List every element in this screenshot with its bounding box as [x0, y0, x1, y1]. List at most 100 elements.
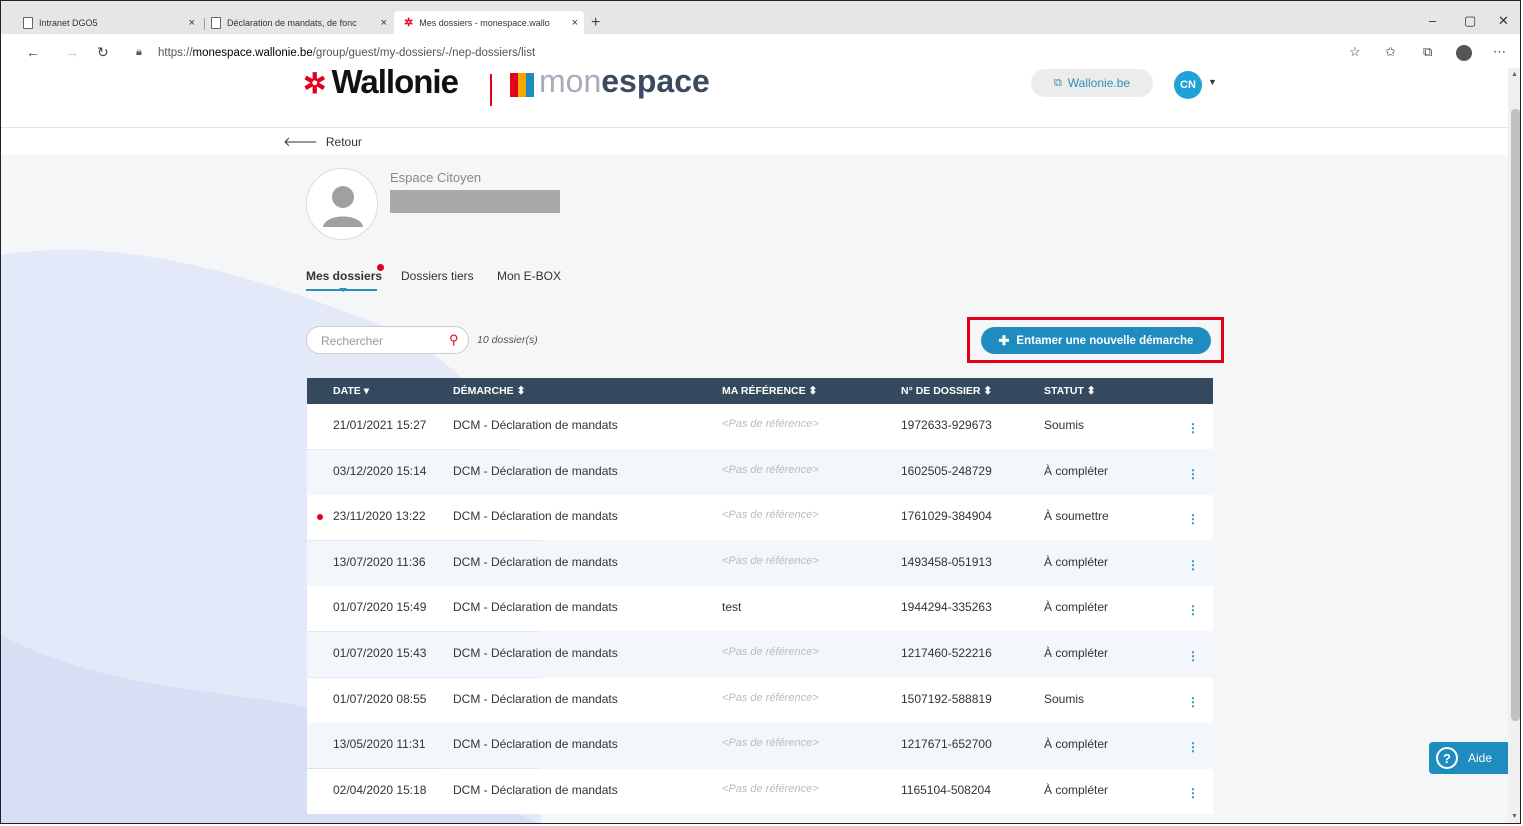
row-actions-icon[interactable]: ⋮ [1187, 512, 1199, 526]
date-cell: 23/11/2020 13:22 [333, 509, 426, 523]
browser-tab-title: Déclaration de mandats, de fonc [227, 17, 357, 28]
reference-cell: <Pas de référence> [722, 464, 819, 476]
reference-cell: test [722, 600, 742, 614]
new-demarche-button[interactable]: ✚ Entamer une nouvelle démarche [981, 327, 1211, 354]
url-field[interactable]: https://monespace.wallonie.be/group/gues… [158, 47, 535, 59]
close-tab-icon[interactable]: × [189, 17, 195, 29]
collections-icon[interactable]: ⧉ [1423, 44, 1432, 60]
date-cell: 13/05/2020 11:31 [333, 737, 426, 751]
back-icon[interactable]: ← [26, 44, 40, 60]
close-window-icon[interactable]: ✕ [1498, 13, 1509, 29]
profile-icon[interactable] [1456, 45, 1472, 61]
wallonie-link-button[interactable]: ⧉ Wallonie.be [1031, 69, 1153, 97]
table-row[interactable]: 21/01/2021 15:27 DCM - Déclaration de man… [307, 404, 1213, 449]
help-button[interactable]: ? Aide [1429, 742, 1508, 774]
help-label: Aide [1468, 751, 1493, 765]
wallonie-logo[interactable]: ✲ Wallonie [303, 63, 459, 101]
monespace-logo[interactable]: monespace [539, 63, 710, 100]
reference-cell: <Pas de référence> [722, 692, 819, 704]
favorites-icon[interactable]: ✩ [1385, 44, 1396, 60]
row-actions-icon[interactable]: ⋮ [1187, 558, 1199, 572]
redacted-user-name [390, 190, 560, 213]
close-tab-icon[interactable]: × [572, 17, 578, 29]
date-cell: 13/07/2020 11:36 [333, 555, 426, 569]
add-favorite-icon[interactable]: ☆ [1349, 44, 1361, 60]
wallonie-favicon-icon: ✲ [404, 17, 414, 29]
row-actions-icon[interactable]: ⋮ [1187, 649, 1199, 663]
row-actions-icon[interactable]: ⋮ [1187, 786, 1199, 800]
dossier-number-cell: 1165104-508204 [901, 783, 991, 797]
rooster-icon: ✲ [303, 68, 326, 99]
table-row[interactable]: 23/11/2020 13:22 DCM - Déclaration de man… [307, 495, 1213, 540]
demarche-cell: DCM - Déclaration de mandats [453, 692, 618, 706]
external-link-icon: ⧉ [1053, 76, 1062, 89]
column-header-date[interactable]: DATE ▾ [333, 385, 369, 397]
browser-tab-intranet[interactable]: Intranet DGO5 × [23, 11, 201, 34]
status-cell: À compléter [1044, 783, 1109, 797]
search-input[interactable] [319, 333, 443, 349]
search-icon[interactable]: ⚲ [449, 332, 459, 348]
row-actions-icon[interactable]: ⋮ [1187, 740, 1199, 754]
browser-tab-declaration[interactable]: Déclaration de mandats, de fonc × [211, 11, 393, 34]
forward-icon[interactable]: → [65, 44, 79, 60]
logo-divider [490, 74, 492, 106]
row-actions-icon[interactable]: ⋮ [1187, 421, 1199, 435]
back-link[interactable]: 🡐 Retour [283, 134, 362, 150]
more-icon[interactable]: ⋯ [1493, 44, 1506, 60]
table-row[interactable]: 01/07/2020 15:43 DCM - Déclaration de man… [307, 632, 1213, 677]
dossier-number-cell: 1217671-652700 [901, 737, 992, 751]
date-cell: 21/01/2021 15:27 [333, 418, 427, 432]
column-header-demarche[interactable]: DÉMARCHE ⬍ [453, 385, 525, 397]
wallonie-link-label: Wallonie.be [1067, 76, 1131, 90]
demarche-cell: DCM - Déclaration de mandats [453, 464, 618, 478]
user-avatar[interactable]: CN [1174, 71, 1202, 99]
minimize-icon[interactable]: – [1429, 13, 1436, 28]
tab-dossiers-tiers[interactable]: Dossiers tiers [401, 269, 474, 283]
close-tab-icon[interactable]: × [381, 17, 387, 29]
restore-icon[interactable]: ▢ [1464, 13, 1476, 29]
status-cell: À compléter [1044, 464, 1109, 478]
user-menu-caret-icon[interactable]: ▼ [1208, 77, 1217, 87]
plus-icon: ✚ [998, 332, 1010, 348]
reload-icon[interactable]: ↻ [97, 44, 109, 61]
table-row[interactable]: 13/05/2020 11:31 DCM - Déclaration de man… [307, 723, 1213, 768]
row-actions-icon[interactable]: ⋮ [1187, 603, 1199, 617]
tab-mes-dossiers[interactable]: Mes dossiers [306, 269, 382, 283]
notification-dot [377, 264, 384, 271]
date-cell: 01/07/2020 08:55 [333, 692, 427, 706]
table-row[interactable]: 01/07/2020 08:55 DCM - Déclaration de man… [307, 678, 1213, 723]
reference-cell: <Pas de référence> [722, 737, 819, 749]
dossier-number-cell: 1602505-248729 [901, 464, 992, 478]
help-question-icon: ? [1436, 747, 1458, 769]
table-row[interactable]: 02/04/2020 15:18 DCM - Déclaration de man… [307, 769, 1213, 814]
date-cell: 02/04/2020 15:18 [333, 783, 427, 797]
status-cell: À compléter [1044, 737, 1109, 751]
demarche-cell: DCM - Déclaration de mandats [453, 646, 618, 660]
reference-cell: <Pas de référence> [722, 783, 819, 795]
column-header-reference[interactable]: MA RÉFÉRENCE ⬍ [722, 385, 817, 397]
row-actions-icon[interactable]: ⋮ [1187, 467, 1199, 481]
status-cell: À compléter [1044, 555, 1109, 569]
column-header-statut[interactable]: STATUT ⬍ [1044, 385, 1096, 397]
scroll-down-icon[interactable]: ▼ [1511, 813, 1518, 820]
demarche-cell: DCM - Déclaration de mandats [453, 783, 618, 797]
tab-mon-ebox[interactable]: Mon E-BOX [497, 269, 561, 283]
browser-tab-mes-dossiers[interactable]: ✲ Mes dossiers - monespace.wallo × [394, 11, 584, 34]
table-row[interactable]: 03/12/2020 15:14 DCM - Déclaration de man… [307, 450, 1213, 495]
page-icon [23, 16, 33, 29]
browser-window: Intranet DGO5 × Déclaration de mandats, … [0, 0, 1521, 824]
dossier-number-cell: 1493458-051913 [901, 555, 992, 569]
table-row[interactable]: 01/07/2020 15:49 DCM - Déclaration de man… [307, 586, 1213, 631]
column-header-dossier[interactable]: N° DE DOSSIER ⬍ [901, 385, 992, 397]
demarche-cell: DCM - Déclaration de mandats [453, 737, 618, 751]
row-actions-icon[interactable]: ⋮ [1187, 695, 1199, 709]
profile-title: Espace Citoyen [390, 170, 482, 185]
table-row[interactable]: 13/07/2020 11:36 DCM - Déclaration de man… [307, 541, 1213, 586]
profile-picture [306, 168, 378, 240]
scrollbar-thumb[interactable] [1511, 109, 1520, 721]
new-tab-button[interactable]: + [591, 14, 600, 32]
tab-separator [204, 18, 205, 30]
status-cell: À soumettre [1044, 509, 1109, 523]
scroll-up-icon[interactable]: ▲ [1511, 71, 1518, 78]
logo-app-light: mon [539, 63, 602, 99]
